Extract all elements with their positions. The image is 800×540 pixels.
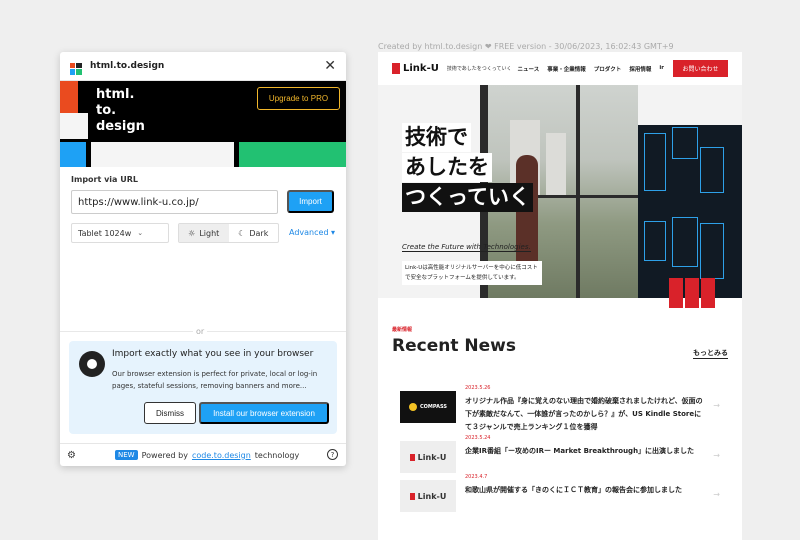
red-block: [685, 278, 699, 308]
hero-line: あしたを: [402, 153, 492, 182]
banner-block: [238, 142, 346, 167]
more-link[interactable]: もっとみる: [693, 348, 728, 359]
plugin-footer: ⚙ NEW Powered by code.to.design technolo…: [60, 443, 346, 466]
diagram-table: [672, 127, 698, 159]
new-badge: NEW: [115, 450, 138, 460]
building-shape: [546, 133, 566, 195]
or-separator: or: [193, 327, 208, 336]
news-thumbnail: Link-U: [400, 480, 456, 512]
hero-heading: 技術で あしたを つくっていく: [402, 123, 533, 213]
logo-mark-icon: [392, 63, 400, 74]
diagram-table: [700, 223, 724, 279]
created-by-watermark: Created by html.to.design ❤ FREE version…: [378, 42, 674, 51]
news-heading: Recent News: [392, 336, 516, 356]
upgrade-button[interactable]: Upgrade to PRO: [257, 87, 340, 110]
banner-block: [236, 142, 239, 167]
news-date: 2023.5.24: [465, 435, 491, 441]
diagram-table: [644, 221, 666, 261]
moon-icon: ☾: [238, 228, 246, 238]
theme-light-option[interactable]: ☼ Light: [179, 224, 229, 242]
preview-header: Link-U 技術であしたをつくっていく ニュース 事業・企業情報 プロダクト …: [378, 52, 742, 85]
hero-description: Link-Uは高性能オリジナルサーバーを中心に低コストで安全なプラットフォームを…: [402, 261, 542, 285]
help-icon[interactable]: ?: [327, 449, 338, 460]
code-to-design-link[interactable]: code.to.design: [192, 451, 251, 460]
nav-business[interactable]: 事業・企業情報: [547, 65, 586, 73]
news-date: 2023.5.26: [465, 385, 491, 391]
import-url-label: Import via URL: [71, 175, 138, 184]
plugin-title: html.to.design: [90, 61, 165, 71]
arrow-right-icon: →: [713, 401, 720, 410]
nav-news[interactable]: ニュース: [518, 65, 540, 73]
gear-icon[interactable]: ⚙: [67, 450, 76, 461]
url-input[interactable]: https://www.link-u.co.jp/: [71, 190, 278, 214]
news-thumbnail: COMPASS: [400, 391, 456, 423]
chrome-icon: [79, 351, 105, 377]
hero-line: つくっていく: [402, 183, 533, 212]
preview-nav: ニュース 事業・企業情報 プロダクト 採用情報 ir: [518, 65, 664, 73]
plugin-titlebar: html.to.design ✕: [60, 52, 346, 81]
link-u-logo: Link-U: [392, 63, 439, 74]
arrow-right-icon: →: [713, 490, 720, 499]
plugin-logo-icon: [70, 60, 82, 75]
banner-block: [91, 142, 234, 167]
close-icon[interactable]: ✕: [324, 59, 336, 73]
install-extension-button[interactable]: Install our browser extension: [199, 402, 329, 424]
chevron-down-icon: ⌄: [137, 229, 144, 237]
red-blocks: [669, 278, 715, 308]
nav-ir[interactable]: ir: [659, 65, 664, 73]
plugin-panel: html.to.design ✕ html. to. design Upgrad…: [60, 52, 346, 466]
nav-products[interactable]: プロダクト: [594, 65, 622, 73]
preview-tagline: 技術であしたをつくっていく: [446, 66, 512, 72]
diagram-table: [672, 217, 698, 267]
red-block: [701, 278, 715, 308]
news-date: 2023.4.7: [465, 474, 488, 480]
hero-diagram: [638, 125, 742, 298]
banner-block: [60, 142, 86, 167]
extension-promo-card: Import exactly what you see in your brow…: [69, 341, 337, 434]
banner-wordmark: html. to. design: [96, 87, 145, 134]
powered-by: NEW Powered by code.to.design technology: [115, 450, 299, 460]
theme-dark-option[interactable]: ☾ Dark: [229, 224, 279, 242]
nav-recruit[interactable]: 採用情報: [629, 65, 651, 73]
device-select[interactable]: Tablet 1024w ⌄: [71, 223, 169, 243]
promo-banner: html. to. design Upgrade to PRO: [60, 81, 346, 167]
page-preview: Link-U 技術であしたをつくっていく ニュース 事業・企業情報 プロダクト …: [378, 52, 742, 540]
banner-block: [60, 81, 78, 113]
news-text: 企業IR番組「ー攻めのIRー Market Breakthrough」に出演しま…: [465, 447, 695, 455]
hero: 技術で あしたを つくっていく Create the Future with T…: [378, 85, 742, 308]
window-frame: [576, 85, 580, 298]
news-text: 和歌山県が開催する「きのくにＩＣＴ教育」の報告会に参加しました: [465, 486, 682, 494]
red-block: [669, 278, 683, 308]
theme-toggle: ☼ Light ☾ Dark: [178, 223, 279, 243]
sun-icon: ☼: [188, 228, 196, 238]
contact-button[interactable]: お問い合わせ: [673, 60, 728, 77]
news-text: オリジナル作品『身に覚えのない理由で婚約破棄されましたけれど、仮面の下が素敵だな…: [465, 397, 703, 431]
extension-title: Import exactly what you see in your brow…: [112, 349, 314, 359]
arrow-right-icon: →: [713, 451, 720, 460]
import-button[interactable]: Import: [287, 190, 334, 213]
news-thumbnail: Link-U: [400, 441, 456, 473]
hero-subtitle: Create the Future with Technologies.: [402, 243, 531, 252]
dismiss-button[interactable]: Dismiss: [144, 402, 196, 424]
diagram-table: [700, 147, 724, 193]
diagram-table: [644, 133, 666, 191]
hero-line: 技術で: [402, 123, 471, 152]
advanced-toggle[interactable]: Advanced ▾: [289, 228, 335, 237]
news-eyebrow: 最新情報: [392, 327, 413, 333]
extension-description: Our browser extension is perfect for pri…: [112, 370, 318, 390]
banner-block: [60, 113, 88, 139]
